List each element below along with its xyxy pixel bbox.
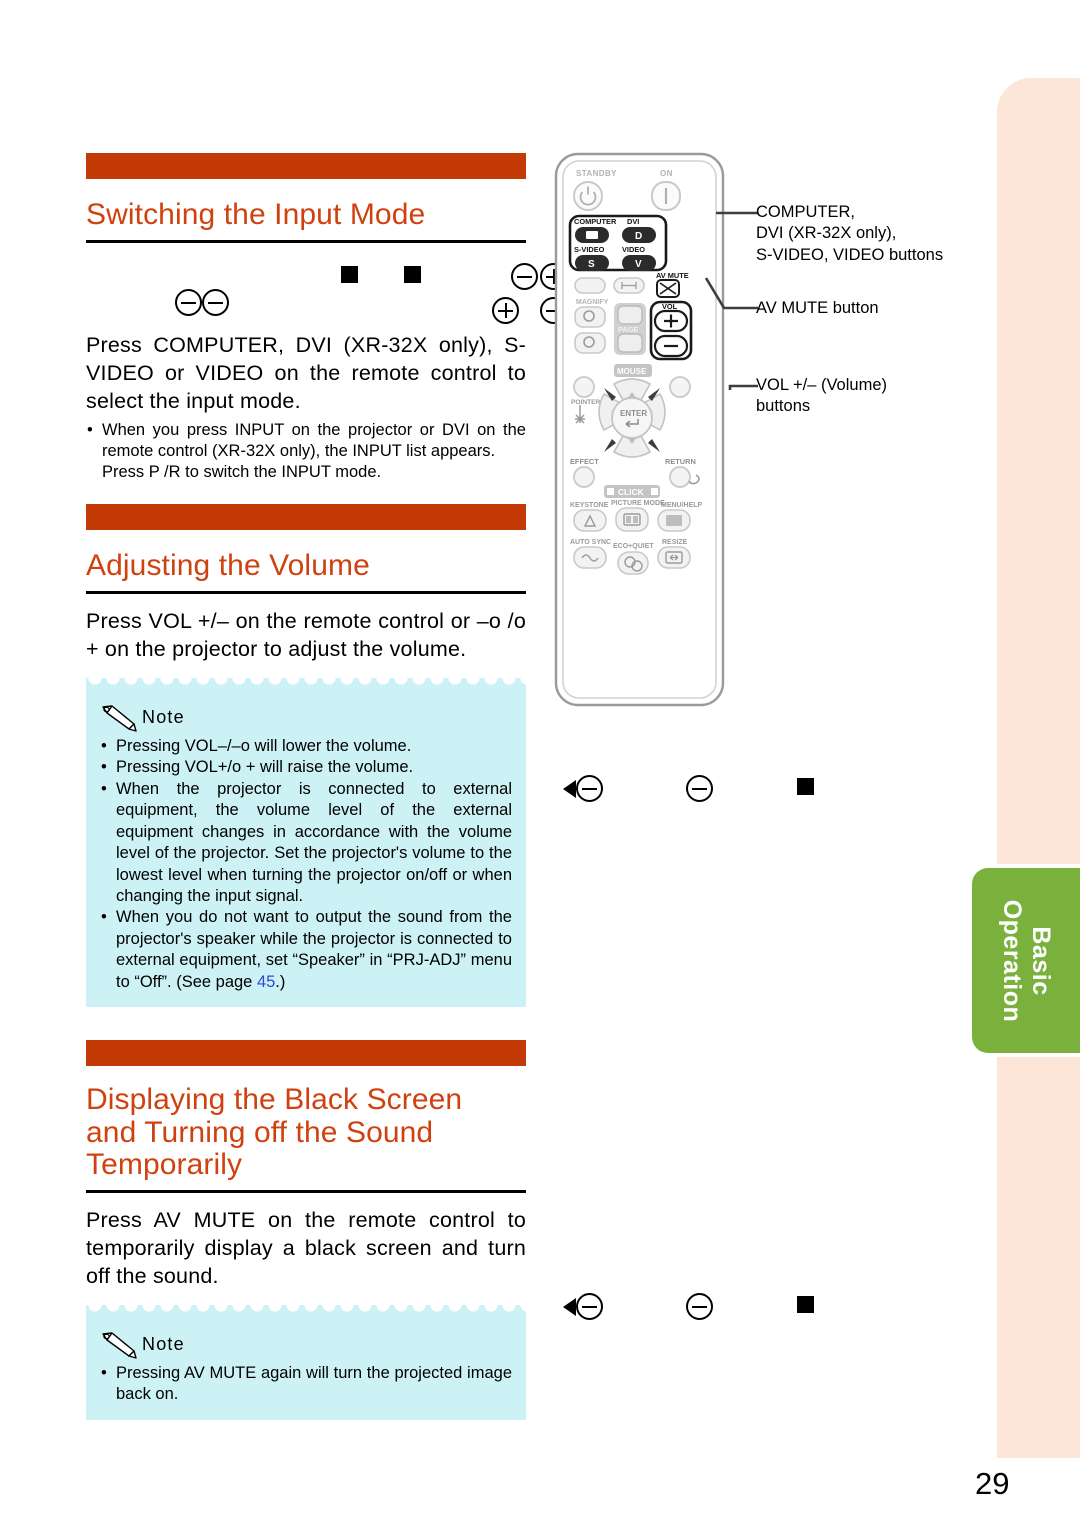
manual-page: Basic Operation Switching the Input Mode … — [0, 0, 1080, 1529]
left-triangle-icon — [563, 779, 576, 798]
list-item-page-ref: When you do not want to output the sound… — [100, 907, 512, 993]
list-item: Press P /R to switch the INPUT mode. — [102, 463, 382, 482]
callout-line: AV MUTE button — [756, 299, 879, 317]
page-title: Switching the Input Mode — [86, 198, 426, 231]
pencil-icon — [100, 704, 140, 732]
glyph-artifact-group-a — [175, 289, 229, 316]
list-item: When you press INPUT on the projector or… — [86, 420, 526, 463]
glyph-artifact-square-c — [797, 778, 814, 796]
callout-leader-lines — [704, 211, 758, 390]
note-label: Note — [142, 1334, 185, 1355]
filled-square-icon — [404, 266, 421, 284]
circled-minus-icon — [175, 289, 202, 316]
svg-text:STANDBY: STANDBY — [576, 169, 617, 178]
note-list-black-screen: Pressing AV MUTE again will turn the pro… — [100, 1363, 512, 1406]
circled-minus-icon — [576, 1293, 603, 1320]
section-heading-black-screen: Displaying the Black Screen and Turning … — [86, 1066, 526, 1190]
callout-input-buttons: COMPUTER, DVI (XR-32X only), S-VIDEO, VI… — [756, 202, 943, 266]
left-triangle-icon — [563, 1297, 576, 1316]
title-rule — [86, 1190, 526, 1194]
note-header: Note — [100, 1331, 512, 1359]
circled-minus-icon — [686, 775, 713, 802]
list-item: Pressing AV MUTE again will turn the pro… — [100, 1363, 512, 1406]
chapter-tab-label: Basic Operation — [998, 899, 1055, 1022]
glyph-artifact-square-d — [797, 1296, 814, 1314]
note-scallop-edge — [86, 677, 526, 689]
glyph-artifact-square-b — [404, 266, 421, 284]
note-scallop-edge — [86, 1304, 526, 1316]
svg-text:DVI: DVI — [627, 217, 639, 226]
title-rule — [86, 240, 526, 244]
instruction-text: Press COMPUTER, DVI (XR-32X only), S-VID… — [86, 333, 526, 413]
glyph-artifact-plus-a — [492, 297, 519, 324]
filled-square-icon — [341, 266, 358, 284]
svg-text:KEYSTONE: KEYSTONE — [570, 502, 609, 509]
list-item: When the projector is connected to exter… — [100, 779, 512, 908]
glyph-artifact-group-c — [563, 1293, 603, 1320]
note-header: Note — [100, 704, 512, 732]
heading-line: and Turning off the Sound — [86, 1115, 434, 1149]
circled-minus-icon — [686, 1293, 713, 1320]
heading-line: Displaying the Black Screen — [86, 1083, 463, 1116]
svg-text:AUTO SYNC: AUTO SYNC — [570, 539, 611, 546]
page-number: 29 — [975, 1466, 1010, 1501]
callout-line: COMPUTER, — [756, 203, 855, 221]
glyph-artifact-square-a — [341, 266, 358, 284]
section-heading-volume: Adjusting the Volume — [86, 549, 370, 582]
glyph-artifact-minus-d — [686, 775, 713, 802]
svg-text:S: S — [588, 259, 595, 270]
svg-text:POINTER: POINTER — [571, 399, 601, 406]
section-accent-bar — [86, 504, 526, 530]
svg-text:ON: ON — [660, 169, 673, 178]
callout-line: VOL +/– (Volume) — [756, 376, 887, 394]
title-rule — [86, 591, 526, 595]
note-box-black-screen: Note Pressing AV MUTE again will turn th… — [86, 1304, 526, 1420]
switching-input-mode-body: Press COMPUTER, DVI (XR-32X only), S-VID… — [86, 332, 526, 484]
section-adjusting-volume: Adjusting the Volume Press VOL +/– on th… — [86, 504, 526, 1008]
list-item: Pressing VOL+/o + will raise the volume. — [100, 757, 512, 779]
instruction-text-black-screen: Press AV MUTE on the remote control to t… — [86, 1208, 526, 1288]
note-label: Note — [142, 707, 185, 728]
section-switching-input-mode: Switching the Input Mode — [86, 153, 526, 244]
callout-line: DVI (XR-32X only), — [756, 224, 897, 243]
callout-line: S-VIDEO, VIDEO buttons — [756, 245, 944, 264]
svg-text:COMPUTER: COMPUTER — [574, 217, 617, 226]
circled-minus-icon — [511, 263, 538, 290]
instruction-text-volume: Press VOL +/– on the remote control or –… — [86, 609, 526, 662]
filled-square-icon — [797, 778, 814, 796]
circled-minus-icon — [202, 289, 229, 316]
heading-line: Temporarily — [86, 1148, 243, 1182]
list-item: Pressing VOL–/–o will lower the volume. — [100, 736, 512, 758]
svg-text:PAGE: PAGE — [618, 325, 638, 334]
circled-minus-icon — [576, 775, 603, 802]
svg-text:EFFECT: EFFECT — [570, 457, 599, 466]
glyph-artifact-minus-b — [511, 263, 538, 290]
svg-text:S-VIDEO: S-VIDEO — [574, 245, 605, 254]
page-reference-link[interactable]: 45 — [257, 973, 275, 991]
glyph-artifact-group-b — [563, 775, 603, 802]
pencil-icon — [100, 1331, 140, 1359]
filled-square-icon — [797, 1296, 814, 1314]
note-list-input-mode: When you press INPUT on the projector or… — [86, 420, 526, 484]
callout-vol-buttons: VOL +/– (Volume) buttons — [756, 375, 887, 418]
section-black-screen: Displaying the Black Screen and Turning … — [86, 1040, 526, 1420]
note-box-volume: Note Pressing VOL–/–o will lower the vol… — [86, 677, 526, 1008]
note-list-volume: Pressing VOL–/–o will lower the volume. … — [100, 736, 512, 993]
svg-text:MAGNIFY: MAGNIFY — [576, 299, 609, 306]
side-margin-strip — [997, 78, 1080, 1458]
section-accent-bar — [86, 153, 526, 179]
section-accent-bar — [86, 1040, 526, 1066]
circled-plus-icon — [492, 297, 519, 324]
callout-av-mute-button: AV MUTE button — [756, 298, 879, 319]
chapter-tab-basic-operation: Basic Operation — [972, 868, 1080, 1053]
glyph-artifact-minus-e — [686, 1293, 713, 1320]
callout-line: buttons — [756, 397, 811, 416]
